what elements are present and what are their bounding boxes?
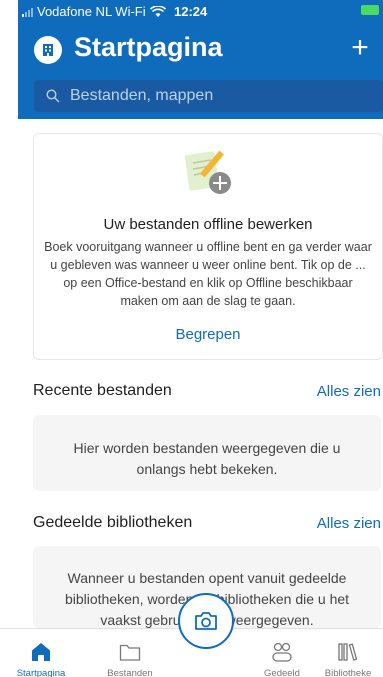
camera-icon <box>195 612 217 630</box>
search-placeholder: Bestanden, mappen <box>70 87 214 104</box>
app-header: Vodafone NL Wi-Fi 12:24 Startpagina + Be… <box>18 0 383 119</box>
library-icon <box>338 643 358 661</box>
signal-icon <box>22 7 33 17</box>
recent-see-all-link[interactable]: Alles zien <box>317 383 381 400</box>
tab-startpagina[interactable]: Startpagina <box>6 629 76 677</box>
folder-icon <box>119 644 141 661</box>
tab-label: Gedeeld <box>264 668 300 677</box>
shared-libraries-title: Gedeelde bibliotheken <box>33 514 193 531</box>
tab-label: Bestanden <box>107 668 153 677</box>
wifi-icon <box>149 5 166 17</box>
title-row: Startpagina + <box>18 28 383 72</box>
tab-bibliotheken[interactable]: Bibliotheke <box>313 629 383 677</box>
camera-button[interactable] <box>178 593 234 649</box>
recent-empty-text: Hier worden bestanden weergegeven die u … <box>73 440 341 477</box>
account-avatar[interactable] <box>34 36 62 64</box>
offline-document-icon <box>184 150 231 194</box>
dismiss-tip-button[interactable]: Begrepen <box>34 326 382 343</box>
status-left: Vodafone NL Wi-Fi <box>22 4 166 19</box>
page-title: Startpagina <box>74 32 223 62</box>
status-time: 12:24 <box>174 4 208 19</box>
recent-files-title: Recente bestanden <box>33 382 172 399</box>
status-bar: Vodafone NL Wi-Fi 12:24 <box>18 0 383 22</box>
app-screen: Vodafone NL Wi-Fi 12:24 Startpagina + Be… <box>0 0 383 677</box>
search-icon <box>46 89 60 103</box>
tab-label: Startpagina <box>16 668 66 677</box>
recent-empty-state: Hier worden bestanden weergegeven die u … <box>33 415 381 491</box>
tab-label: Bibliotheke <box>324 668 372 677</box>
add-button[interactable]: + <box>345 33 375 64</box>
tip-body: Boek vooruitgang wanneer u offline bent … <box>44 240 372 308</box>
shared-see-all-link[interactable]: Alles zien <box>317 515 381 532</box>
people-icon <box>272 642 292 662</box>
tip-heading: Uw bestanden offline bewerken <box>103 216 313 233</box>
building-icon <box>43 44 53 56</box>
carrier-label: Vodafone NL Wi-Fi <box>37 4 146 19</box>
offline-tip-card: Uw bestanden offline bewerken Boek vooru… <box>33 133 383 360</box>
home-icon <box>32 643 50 661</box>
tab-bestanden[interactable]: Bestanden <box>95 629 165 677</box>
battery-icon <box>361 5 379 15</box>
search-input[interactable]: Bestanden, mappen <box>34 80 383 112</box>
tab-gedeeld[interactable]: Gedeeld <box>247 629 317 677</box>
